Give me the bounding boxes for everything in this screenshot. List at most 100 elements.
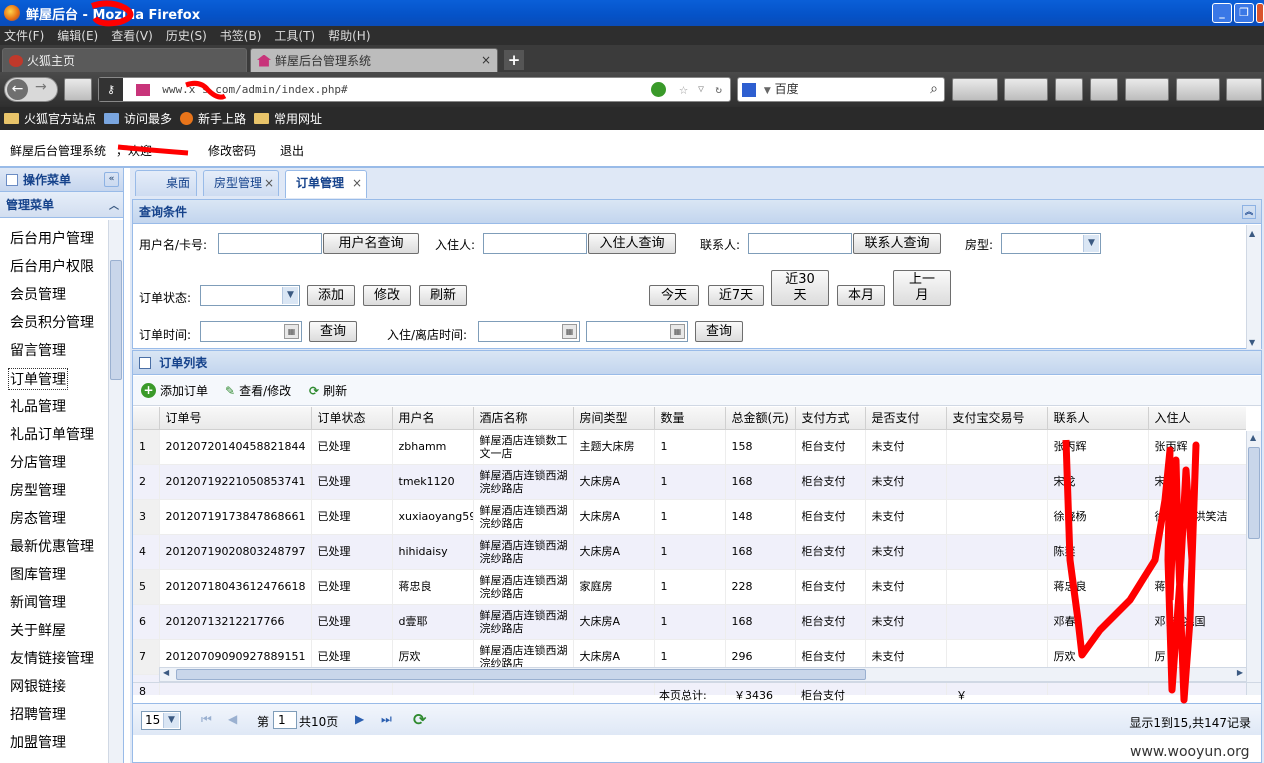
calendar-icon[interactable]: ▦ [670, 324, 685, 339]
sidebar-item-about[interactable]: 关于鲜屋 [10, 620, 66, 640]
order-status-select[interactable]: ▼ [200, 285, 300, 306]
close-button[interactable] [1256, 3, 1264, 23]
first-page-icon[interactable]: ⏮ [201, 712, 212, 727]
column-header[interactable]: 用户名 [392, 407, 474, 430]
sidebar-item-gift-orders[interactable]: 礼品订单管理 [10, 424, 94, 444]
sidebar-item-friend-links[interactable]: 友情链接管理 [10, 648, 94, 668]
menu-view[interactable]: 查看(V) [111, 27, 153, 44]
page-number-input[interactable]: 1 [273, 711, 297, 729]
last-month-button[interactable]: 上一月 [893, 270, 951, 306]
chevron-down-icon[interactable]: ▼ [163, 713, 179, 728]
view-edit-button[interactable]: ✎ 查看/修改 [225, 382, 291, 399]
change-password-link[interactable]: 修改密码 [208, 142, 256, 159]
collapse-left-icon[interactable]: « [104, 172, 119, 187]
table-row[interactable]: 1 20120720140458821844 已处理 zbhamm 鲜屋酒店连锁数工文一… [133, 429, 1246, 465]
column-header[interactable]: 入住人 [1148, 407, 1246, 430]
column-header[interactable]: 订单号 [159, 407, 312, 430]
sidebar-item-admin-permissions[interactable]: 后台用户权限 [10, 256, 94, 276]
menu-history[interactable]: 历史(S) [166, 27, 207, 44]
home-icon[interactable] [1055, 78, 1083, 101]
prev-page-icon[interactable]: ◀ [228, 712, 237, 726]
column-header[interactable]: 是否支付 [865, 407, 947, 430]
sidebar-item-franchise[interactable]: 加盟管理 [10, 732, 66, 752]
sidebar-item-orders[interactable]: 订单管理 [8, 368, 68, 390]
contact-query-button[interactable]: 联系人查询 [853, 233, 941, 254]
table-row[interactable]: 320120719173847868661已处理xuxiaoyang594鲜屋酒… [133, 499, 1246, 535]
checkout-date-input[interactable]: ▦ [586, 321, 688, 342]
logout-link[interactable]: 退出 [280, 142, 304, 159]
last-7-days-button[interactable]: 近7天 [708, 285, 764, 306]
close-tab-icon[interactable]: × [481, 53, 491, 67]
column-header[interactable]: 支付宝交易号 [946, 407, 1048, 430]
add-button[interactable]: 添加 [307, 285, 355, 306]
order-time-input[interactable]: ▦ [200, 321, 302, 342]
username-query-button[interactable]: 用户名查询 [323, 233, 419, 254]
sidebar-item-recruitment[interactable]: 招聘管理 [10, 704, 66, 724]
addon-tool-icon[interactable] [1004, 78, 1048, 101]
browser-tab-admin[interactable]: 鲜屋后台管理系统 × [250, 48, 498, 72]
tab-order-management[interactable]: 订单管理 × [285, 170, 367, 198]
sidebar-item-room-status[interactable]: 房态管理 [10, 508, 66, 528]
sidebar-item-bank-links[interactable]: 网银链接 [10, 676, 66, 696]
search-icon[interactable]: ⌕ [930, 78, 938, 101]
table-row[interactable]: 2 20120719221050853741 已处理 tmek1120 鲜屋酒店连锁西湖… [133, 464, 1246, 500]
sidebar-item-promotions[interactable]: 最新优惠管理 [10, 536, 94, 556]
new-tab-button[interactable]: + [504, 50, 524, 70]
back-button[interactable]: ← [7, 79, 28, 100]
contact-input[interactable] [748, 233, 852, 254]
maximize-button[interactable]: ❐ [1234, 3, 1254, 23]
mail-icon[interactable] [1090, 78, 1118, 101]
grid-refresh-button[interactable]: ⟳ 刷新 [309, 382, 347, 399]
screenshot-tool-icon[interactable] [952, 78, 998, 101]
sidebar-item-room-types[interactable]: 房型管理 [10, 480, 66, 500]
chevron-down-icon[interactable]: ▼ [282, 287, 298, 304]
username-input[interactable] [218, 233, 322, 254]
scroll-down-icon[interactable]: ▼ [1249, 338, 1255, 347]
home-ie-icon[interactable] [64, 78, 92, 101]
scroll-up-icon[interactable]: ▲ [1250, 433, 1256, 442]
menu-file[interactable]: 文件(F) [4, 27, 44, 44]
reload-icon[interactable]: ↻ [715, 78, 722, 101]
bookmark-item[interactable]: 常用网址 [254, 110, 322, 127]
checkin-date-input[interactable]: ▦ [478, 321, 580, 342]
guest-query-button[interactable]: 入住人查询 [588, 233, 676, 254]
sidebar-item-gifts[interactable]: 礼品管理 [10, 396, 66, 416]
grid-apps-icon[interactable] [1125, 78, 1169, 101]
forward-button[interactable]: → [35, 79, 47, 95]
url-bar[interactable]: ⚷ www.x s.com/admin/index.php# ☆ ▽ ↻ [98, 77, 731, 102]
last-page-icon[interactable]: ⏭ [381, 712, 392, 727]
refresh-button[interactable]: 刷新 [419, 285, 467, 306]
chevron-down-icon[interactable]: ▼ [1083, 235, 1099, 252]
column-header[interactable]: 酒店名称 [473, 407, 574, 430]
collapse-up-icon[interactable]: ︽ [1242, 205, 1256, 219]
column-header[interactable]: 数量 [654, 407, 726, 430]
room-type-select[interactable]: ▼ [1001, 233, 1101, 254]
stay-time-query-button[interactable]: 查询 [695, 321, 743, 342]
sidebar-item-messages[interactable]: 留言管理 [10, 340, 66, 360]
bookmark-item[interactable]: 火狐官方站点 [4, 110, 96, 127]
tab-room-types[interactable]: 房型管理 × [203, 170, 279, 196]
today-button[interactable]: 今天 [649, 285, 699, 306]
sidebar-item-branches[interactable]: 分店管理 [10, 452, 66, 472]
star-bookmark-icon[interactable]: ☆ [679, 78, 688, 101]
grid-horizontal-scrollbar[interactable]: ◀ ▶ [159, 667, 1247, 682]
sidebar-item-news[interactable]: 新闻管理 [10, 592, 66, 612]
column-header[interactable]: 联系人 [1047, 407, 1149, 430]
sidebar-item-members[interactable]: 会员管理 [10, 284, 66, 304]
next-page-icon[interactable]: ▶ [355, 712, 364, 726]
column-header[interactable]: 房间类型 [573, 407, 655, 430]
management-menu-header[interactable]: 管理菜单 ︿ [0, 192, 123, 218]
go-icon[interactable] [651, 82, 666, 97]
reload-page-icon[interactable]: ⟳ [413, 710, 426, 729]
undo-icon[interactable] [1226, 78, 1262, 101]
last-30-days-button[interactable]: 近30天 [771, 270, 829, 306]
history-dropdown-icon[interactable]: ▽ [698, 78, 704, 101]
scroll-right-icon[interactable]: ▶ [1237, 668, 1243, 677]
menu-help[interactable]: 帮助(H) [328, 27, 370, 44]
table-row[interactable]: 5 20120718043612476618 已处理 蒋忠良 鲜屋酒店连锁西湖浣纱路店家… [133, 569, 1246, 605]
column-header[interactable]: 订单状态 [311, 407, 393, 430]
bookmark-item[interactable]: 访问最多 [104, 110, 172, 127]
calendar-icon[interactable]: ▦ [284, 324, 299, 339]
column-header[interactable]: 总金额(元) [725, 407, 796, 430]
add-order-button[interactable]: + 添加订单 [141, 382, 208, 399]
